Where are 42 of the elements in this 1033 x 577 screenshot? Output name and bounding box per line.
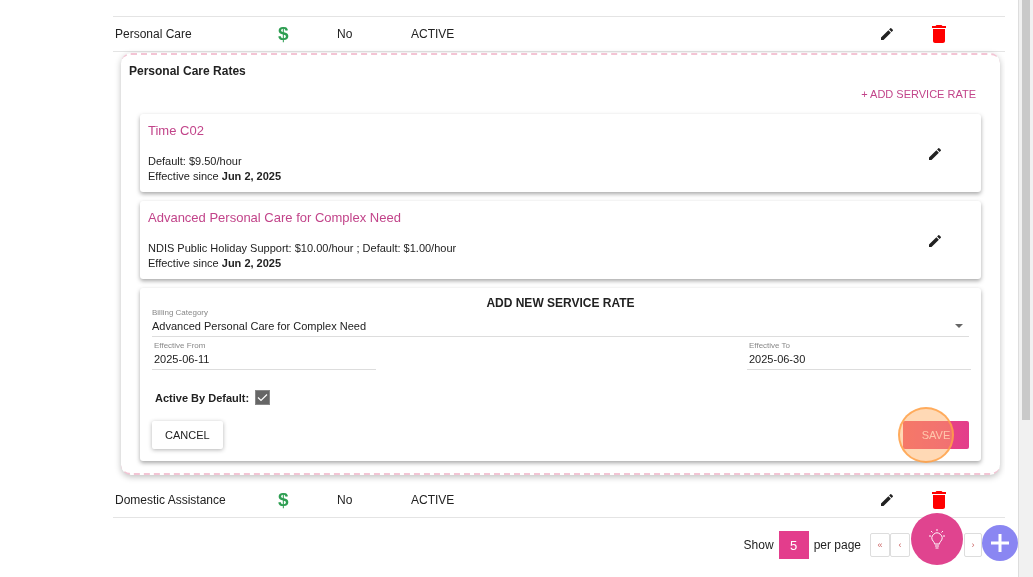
delete-icon[interactable] xyxy=(931,491,947,509)
status-value: ACTIVE xyxy=(411,27,455,41)
cancel-button[interactable]: CANCEL xyxy=(152,421,223,449)
edit-icon[interactable] xyxy=(879,26,895,42)
rate-effective-date: Effective since Jun 2, 2025 xyxy=(148,256,282,271)
rate-name: Advanced Personal Care for Complex Need xyxy=(148,210,401,225)
lightbulb-button[interactable] xyxy=(911,513,963,565)
form-title: ADD NEW SERVICE RATE xyxy=(486,296,635,310)
rate-icon[interactable]: $ xyxy=(278,23,289,45)
caret-icon xyxy=(955,324,963,328)
status-value: ACTIVE xyxy=(411,493,455,507)
per-page-label: per page xyxy=(813,538,861,552)
rate-pricing: NDIS Public Holiday Support: $10.00/hour ; Default: $1.00/hour xyxy=(148,241,457,256)
edit-icon[interactable] xyxy=(927,145,943,162)
click-highlight xyxy=(898,407,954,463)
edit-icon[interactable] xyxy=(879,492,895,508)
service-name: Domestic Assistance xyxy=(115,493,226,507)
pagination-button[interactable]: ‹ xyxy=(890,533,910,557)
active-checkbox[interactable] xyxy=(255,390,271,405)
effective-from-field[interactable]: Effective From 2025-06-11 xyxy=(152,341,376,370)
funded-value: No xyxy=(337,493,353,507)
service-name: Personal Care xyxy=(115,27,192,41)
add-button[interactable] xyxy=(982,525,1018,561)
billing-category-select[interactable]: Billing Category Advanced Personal Care for Complex Need xyxy=(152,308,969,337)
edit-icon[interactable] xyxy=(927,232,943,249)
active-by-default-label: Active By Default: xyxy=(155,391,250,404)
plus-icon xyxy=(990,533,1010,553)
lightbulb-icon xyxy=(927,528,947,550)
add-service-rate-link[interactable]: + ADD SERVICE RATE xyxy=(861,88,976,100)
delete-icon[interactable] xyxy=(931,25,947,43)
panel-title: Personal Care Rates xyxy=(129,64,246,78)
effective-to-field[interactable]: Effective To 2025-06-30 xyxy=(747,341,971,370)
rate-effective-date: Effective since Jun 2, 2025 xyxy=(148,169,282,184)
show-label: Show xyxy=(743,538,774,552)
rate-icon[interactable]: $ xyxy=(278,489,289,511)
page-size-select[interactable]: 5 xyxy=(778,531,809,559)
pagination-button[interactable]: › xyxy=(964,533,982,557)
rate-pricing: Default: $9.50/hour xyxy=(148,154,242,169)
funded-value: No xyxy=(337,27,353,41)
pagination-button[interactable]: « xyxy=(870,533,890,557)
rate-name: Time C02 xyxy=(148,123,204,138)
scrollbar[interactable] xyxy=(1018,0,1033,577)
